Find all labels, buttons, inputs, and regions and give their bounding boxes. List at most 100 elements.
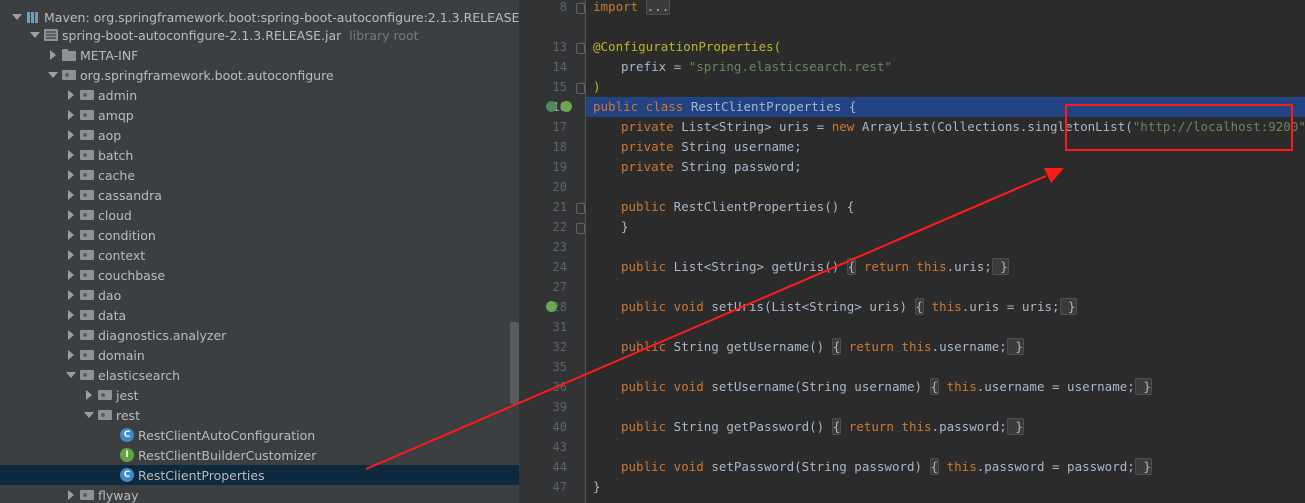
folded-region[interactable]: { xyxy=(914,298,925,315)
tree-row-data[interactable]: data xyxy=(0,305,519,325)
code-line-36[interactable]: public void setUsername(String username)… xyxy=(593,377,1152,397)
tree-row-context[interactable]: context xyxy=(0,245,519,265)
class-icon: C xyxy=(120,468,134,482)
folded-region[interactable]: { xyxy=(929,378,940,395)
tree-row-cache[interactable]: cache xyxy=(0,165,519,185)
package-icon xyxy=(98,390,112,400)
chevron-right-icon[interactable] xyxy=(66,90,76,100)
folded-region[interactable]: { xyxy=(831,418,842,435)
code-line-16[interactable]: public class RestClientProperties { xyxy=(593,97,856,117)
code-line-40[interactable]: public String getPassword() { return thi… xyxy=(593,417,1024,437)
chevron-right-icon[interactable] xyxy=(66,290,76,300)
fold-marker-icon[interactable] xyxy=(576,83,585,94)
folded-region[interactable]: } xyxy=(1006,418,1024,435)
folded-region[interactable]: } xyxy=(991,258,1009,275)
tree-scrollbar[interactable] xyxy=(510,322,519,404)
chevron-down-icon[interactable] xyxy=(84,410,94,420)
code-line-19[interactable]: private String password; xyxy=(593,157,802,177)
chevron-right-icon[interactable] xyxy=(66,130,76,140)
folded-region[interactable]: { xyxy=(929,458,940,475)
folded-region[interactable]: { xyxy=(831,338,842,355)
folded-region[interactable]: } xyxy=(1134,378,1152,395)
chevron-right-icon[interactable] xyxy=(66,490,76,500)
code-line-18[interactable]: private String username; xyxy=(593,137,802,157)
folded-region[interactable]: } xyxy=(1006,338,1024,355)
tree-row-label: cache xyxy=(98,167,136,183)
code-token: this xyxy=(924,299,962,314)
tree-row-batch[interactable]: batch xyxy=(0,145,519,165)
code-token: new xyxy=(831,119,855,134)
chevron-right-icon[interactable] xyxy=(66,270,76,280)
code-line-24[interactable]: public List<String> getUris() { return t… xyxy=(593,257,1009,277)
chevron-down-icon[interactable] xyxy=(48,70,58,80)
chevron-right-icon[interactable] xyxy=(66,310,76,320)
chevron-right-icon[interactable] xyxy=(66,250,76,260)
chevron-down-icon[interactable] xyxy=(30,30,40,40)
chevron-right-icon[interactable] xyxy=(66,190,76,200)
run-configuration-icon[interactable] xyxy=(561,101,572,112)
chevron-right-icon[interactable] xyxy=(66,150,76,160)
code-token: return this xyxy=(856,259,947,274)
code-line-15[interactable]: ) xyxy=(593,77,601,97)
folded-region[interactable]: ... xyxy=(645,0,671,15)
chevron-right-icon[interactable] xyxy=(66,330,76,340)
chevron-down-icon[interactable] xyxy=(66,370,76,380)
tree-row-couchbase[interactable]: couchbase xyxy=(0,265,519,285)
tree-row-rest[interactable]: rest xyxy=(0,405,519,425)
line-number: 47 xyxy=(552,480,567,494)
package-icon xyxy=(80,150,94,160)
tree-row-autoconfigure-package[interactable]: org.springframework.boot.autoconfigure xyxy=(0,65,519,85)
tree-row-label: aop xyxy=(98,127,122,143)
fold-marker-icon[interactable] xyxy=(576,203,585,214)
fold-marker-icon[interactable] xyxy=(576,43,585,54)
chevron-right-icon[interactable] xyxy=(66,110,76,120)
code-token: List<String> getUris() xyxy=(666,259,847,274)
tree-row-meta-inf[interactable]: META-INF xyxy=(0,45,519,65)
tree-row-domain[interactable]: domain xyxy=(0,345,519,365)
code-line-44[interactable]: public void setPassword(String password)… xyxy=(593,457,1152,477)
code-line-21[interactable]: public RestClientProperties() { xyxy=(593,197,854,217)
spring-bean-icon[interactable] xyxy=(546,101,557,112)
code-token: private xyxy=(621,119,674,134)
code-line-28[interactable]: public void setUris(List<String> uris) {… xyxy=(593,297,1077,317)
chevron-right-icon[interactable] xyxy=(66,170,76,180)
tree-row-rest-client-properties[interactable]: C RestClientProperties xyxy=(0,465,519,485)
folded-region[interactable]: } xyxy=(1134,458,1152,475)
tree-row-elasticsearch[interactable]: elasticsearch xyxy=(0,365,519,385)
tree-row-rest-client-builder-customizer[interactable]: I RestClientBuilderCustomizer xyxy=(0,445,519,465)
chevron-right-icon[interactable] xyxy=(66,230,76,240)
code-line-8[interactable]: import ... xyxy=(593,0,671,17)
chevron-right-icon[interactable] xyxy=(84,390,94,400)
tree-row-condition[interactable]: condition xyxy=(0,225,519,245)
chevron-down-icon[interactable] xyxy=(12,12,22,22)
fold-marker-icon[interactable] xyxy=(576,3,585,14)
code-line-13[interactable]: @ConfigurationProperties( xyxy=(593,37,781,57)
tree-row-maven-library[interactable]: Maven: org.springframework.boot:spring-b… xyxy=(0,7,519,27)
package-icon xyxy=(80,90,94,100)
tree-row-jest[interactable]: jest xyxy=(0,385,519,405)
tree-row-flyway[interactable]: flyway xyxy=(0,485,519,503)
tree-row-label: condition xyxy=(98,227,156,243)
tree-row-amqp[interactable]: amqp xyxy=(0,105,519,125)
tree-row-cloud[interactable]: cloud xyxy=(0,205,519,225)
tree-row-cassandra[interactable]: cassandra xyxy=(0,185,519,205)
package-icon xyxy=(62,70,76,80)
tree-row-admin[interactable]: admin xyxy=(0,85,519,105)
tree-row-rest-client-auto-configuration[interactable]: C RestClientAutoConfiguration xyxy=(0,425,519,445)
package-icon xyxy=(80,110,94,120)
tree-row-dao[interactable]: dao xyxy=(0,285,519,305)
chevron-right-icon[interactable] xyxy=(48,50,58,60)
tree-row-jar[interactable]: spring-boot-autoconfigure-2.1.3.RELEASE.… xyxy=(0,25,519,45)
code-line-32[interactable]: public String getUsername() { return thi… xyxy=(593,337,1024,357)
folded-region[interactable]: { xyxy=(846,258,857,275)
folded-region[interactable]: } xyxy=(1059,298,1077,315)
fold-marker-icon[interactable] xyxy=(576,223,585,234)
property-setter-icon[interactable] xyxy=(546,301,557,312)
code-line-47[interactable]: } xyxy=(593,477,601,497)
tree-row-diagnostics-analyzer[interactable]: diagnostics.analyzer xyxy=(0,325,519,345)
code-line-14[interactable]: prefix = "spring.elasticsearch.rest" xyxy=(593,57,892,77)
tree-row-aop[interactable]: aop xyxy=(0,125,519,145)
chevron-right-icon[interactable] xyxy=(66,210,76,220)
chevron-right-icon[interactable] xyxy=(66,350,76,360)
code-line-22[interactable]: } xyxy=(593,217,629,237)
